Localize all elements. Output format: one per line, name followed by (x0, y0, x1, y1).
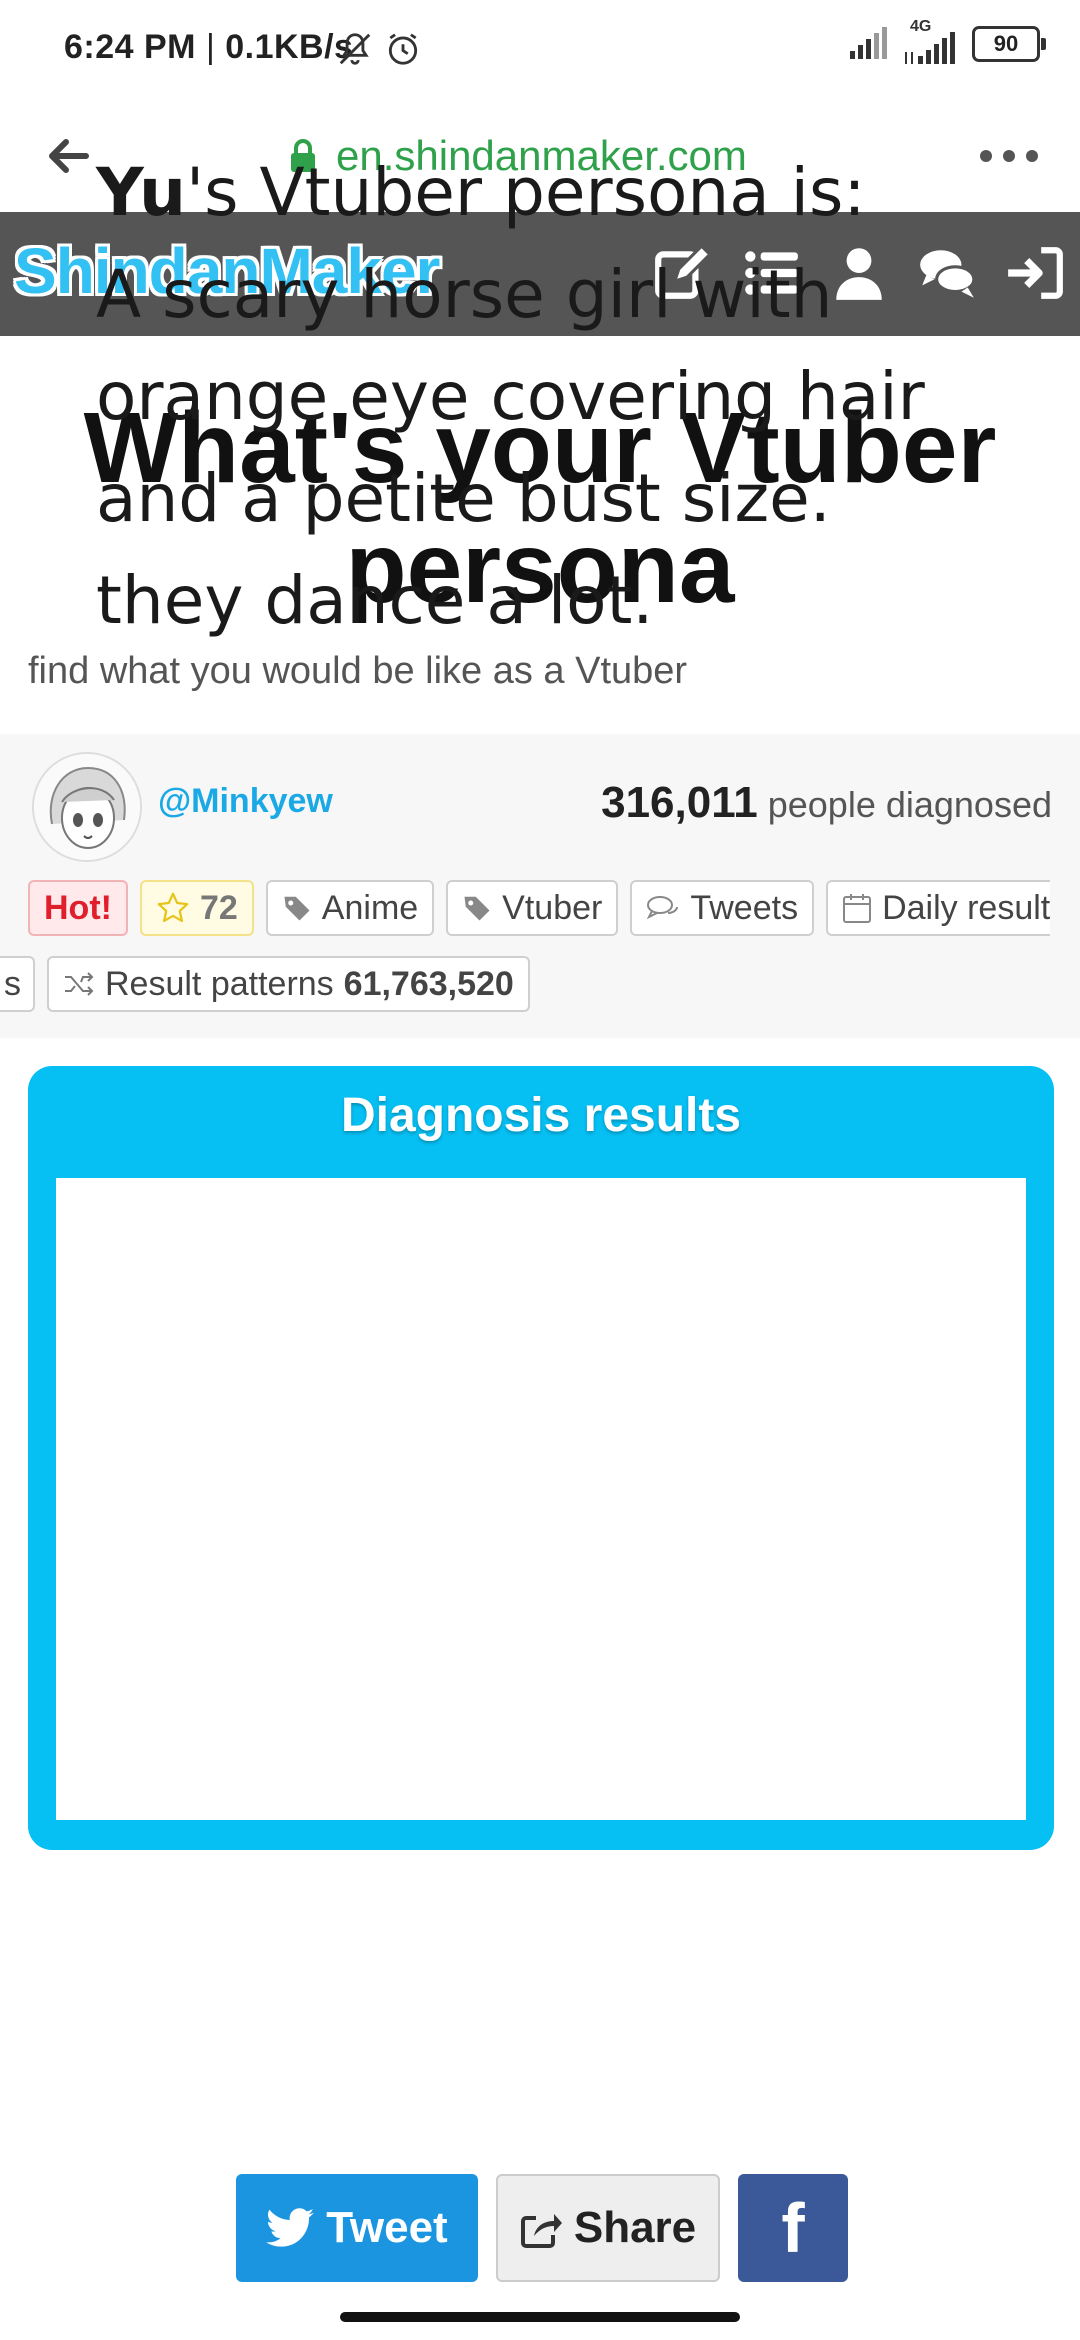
status-system-icons: 4G 90 (848, 18, 1046, 64)
result-line-1-rest: 's Vtuber persona is: (185, 154, 866, 231)
status-speed: 0.1KB/s (225, 28, 354, 66)
sign-in-icon[interactable] (1004, 242, 1066, 304)
twitter-bird-icon (266, 2208, 315, 2247)
result-name: Yu (96, 154, 186, 231)
avatar-image (34, 754, 140, 860)
diagnosed-count: 316,011 people diagnosed (601, 778, 1052, 828)
share-icon (520, 2214, 562, 2248)
tag-anime-label: Anime (321, 888, 419, 927)
info-panel: @Minkyew 316,011 people diagnosed Hot! 7… (0, 734, 1080, 1038)
battery-icon: 90 (972, 26, 1046, 62)
home-indicator[interactable] (340, 2312, 740, 2322)
result-line-2: A scary horse girl with (96, 256, 833, 333)
status-bar: 6:24 PM | 0.1KB/s 4G 90 (0, 0, 1080, 100)
status-divider: | (205, 28, 226, 66)
facebook-icon: f (781, 2189, 805, 2267)
share-label: Share (573, 2203, 697, 2252)
tag-vtuber[interactable]: Vtuber (446, 880, 619, 936)
tag-anime[interactable]: Anime (265, 880, 435, 936)
status-clock: 6:24 PM (64, 28, 196, 66)
result-line-1: Yu's Vtuber persona is: (96, 142, 956, 244)
page-description: find what you would be like as a Vtuber (28, 650, 688, 692)
author-handle[interactable]: @Minkyew (158, 782, 333, 821)
author-avatar[interactable] (32, 752, 142, 862)
tag-icon (464, 896, 490, 921)
favorite-count: 72 (199, 888, 238, 927)
bell-off-icon (339, 33, 371, 65)
diagnosis-results-card: Diagnosis results (28, 1066, 1054, 1850)
tweet-label: Tweet (326, 2203, 448, 2252)
share-button[interactable]: Share (496, 2174, 720, 2282)
result-patterns-label: Result patterns (105, 964, 334, 1003)
battery-level: 90 (993, 31, 1019, 56)
comments-icon (647, 896, 679, 920)
favorite-tag[interactable]: 72 (139, 880, 254, 936)
share-buttons: Tweet Share f (236, 2174, 848, 2282)
status-time: 6:24 PM | 0.1KB/s (64, 28, 353, 67)
status-notify-icons (336, 30, 422, 68)
tweets-tab[interactable]: Tweets (630, 880, 815, 936)
result-patterns-value: 61,763,520 (343, 964, 514, 1003)
tweets-label: Tweets (690, 888, 799, 927)
result-line-3: orange eye covering hair (96, 358, 925, 435)
daily-results-label: Daily result (882, 888, 1051, 927)
tag-row-2: s Result patterns 61,763,520 (0, 956, 530, 1012)
tag-icon (284, 896, 310, 921)
results-heading: Diagnosis results (340, 1089, 742, 1142)
shuffle-icon (65, 972, 94, 996)
diagnosed-suffix: people diagnosed (767, 784, 1052, 825)
daily-results-tab[interactable]: Daily result (826, 880, 1051, 936)
daily-results-tab-continued[interactable]: s (0, 956, 35, 1012)
results-body (56, 1178, 1026, 1820)
hot-label: Hot! (44, 888, 112, 927)
more-dots-icon[interactable] (974, 126, 1044, 186)
tag-row: Hot! 72 Anime Vtuber Tweets Daily result (28, 880, 1051, 936)
back-arrow-icon[interactable] (38, 126, 98, 186)
tweet-button[interactable]: Tweet (236, 2174, 478, 2282)
result-line-5: they dance a lot. (96, 562, 654, 639)
result-patterns: Result patterns 61,763,520 (47, 956, 530, 1012)
alarm-icon (388, 33, 418, 65)
tag-vtuber-label: Vtuber (502, 888, 603, 927)
result-line-4: and a petite bust size. (96, 460, 831, 537)
diagnosed-number: 316,011 (601, 778, 758, 827)
signal-4g-icon: 4G (902, 18, 958, 64)
star-icon (157, 892, 189, 923)
signal-icon (850, 27, 887, 59)
calendar-icon (843, 894, 872, 923)
result-text: Yu's Vtuber persona is: A scary horse gi… (96, 142, 956, 652)
hot-badge[interactable]: Hot! (28, 880, 128, 936)
daily-results-label-continued: s (4, 964, 21, 1003)
facebook-button[interactable]: f (738, 2174, 848, 2282)
